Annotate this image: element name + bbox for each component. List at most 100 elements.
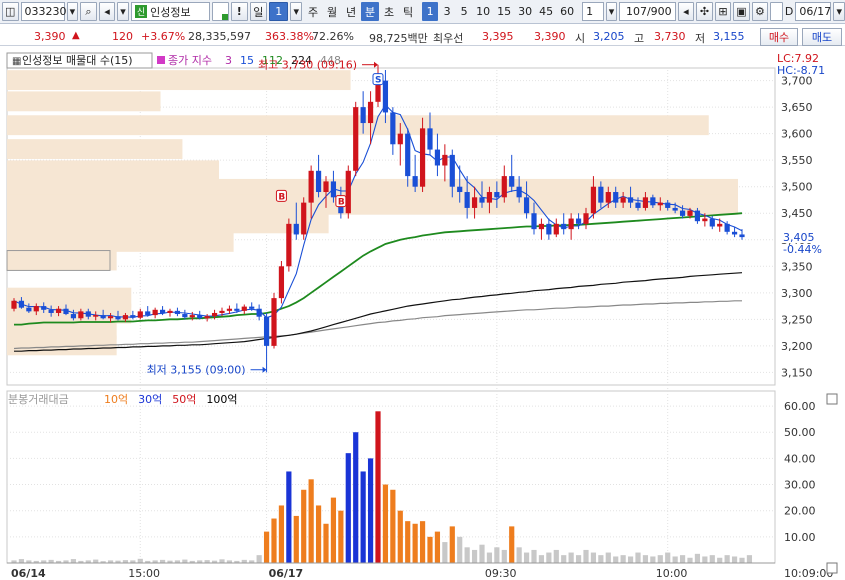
candle-up xyxy=(226,308,233,311)
x-tick-label: 06/17 xyxy=(269,567,304,580)
period-tab-5[interactable]: 틱 xyxy=(399,2,417,21)
save-icon[interactable]: ▣ xyxy=(733,2,750,21)
candle-down xyxy=(635,202,641,208)
ask-price: 3,395 xyxy=(482,30,514,43)
signal-marker: S xyxy=(372,73,384,86)
speaker-icon[interactable]: ◂ xyxy=(98,2,116,21)
buy-button[interactable]: 매수 xyxy=(760,28,798,46)
candle-down xyxy=(665,202,671,208)
candle-down xyxy=(263,316,270,346)
volume-level-2: 50억 xyxy=(172,393,196,406)
candle-up xyxy=(93,315,99,317)
interval-tab-5[interactable]: 5 xyxy=(456,2,472,21)
interval-tab-3[interactable]: 3 xyxy=(439,2,455,21)
sell-button[interactable]: 매도 xyxy=(802,28,842,46)
chevron-down-icon[interactable]: ▾ xyxy=(66,2,79,21)
volume-tick-label: 10.00 xyxy=(784,531,816,544)
search-icon[interactable]: ⌕ xyxy=(80,2,97,21)
turnover: 72.26% xyxy=(312,30,354,43)
volume-bar xyxy=(315,505,322,563)
volume-bar xyxy=(278,505,285,563)
volume-bar xyxy=(642,555,649,563)
candle-down xyxy=(85,311,91,317)
crosshair-icon[interactable]: ✣ xyxy=(696,2,713,21)
volume-bar xyxy=(494,547,500,563)
chevron-down-icon[interactable]: ▾ xyxy=(290,2,303,21)
count-field[interactable]: 107/900 xyxy=(619,2,676,21)
low-annotation: 최저 3,155 (09:00) xyxy=(147,364,246,377)
interval-tab-10[interactable]: 10 xyxy=(473,2,493,21)
toggle-marker-icon[interactable] xyxy=(212,2,229,21)
volume-bar xyxy=(516,547,522,563)
volume-bar xyxy=(93,559,99,563)
period-main-num[interactable]: 1 xyxy=(269,2,289,21)
stock-code-input[interactable]: 033230 xyxy=(20,2,67,21)
date-picker-icon[interactable]: ▾ xyxy=(833,2,845,21)
candle-up xyxy=(717,223,723,227)
candle-up xyxy=(219,310,225,313)
period-tab-3[interactable]: 분 xyxy=(361,2,380,21)
candle-up xyxy=(308,170,314,203)
chart-toolbar: ◫ 033230 ▾ ⌕ ◂ ▾ 신 인성정보 ! 일 1 ▾ 주월년분초틱 1… xyxy=(0,0,845,24)
scroll-left-icon[interactable]: ◂ xyxy=(677,2,695,21)
scroll-right-icon[interactable] xyxy=(826,562,838,574)
volume-bar xyxy=(308,479,314,563)
candle-down xyxy=(516,186,522,198)
profile-bar xyxy=(7,139,183,160)
period-tab-1[interactable]: 월 xyxy=(323,2,341,21)
custom-interval-input[interactable]: 1 xyxy=(582,2,604,21)
candle-down xyxy=(449,154,455,187)
period-tabs: 주월년분초틱 xyxy=(304,2,417,21)
signal-label: B xyxy=(338,198,345,208)
volume-bar xyxy=(687,557,693,563)
profile-bar xyxy=(7,160,219,181)
low-price: 3,155 xyxy=(713,30,745,43)
candle-up xyxy=(687,210,693,216)
period-main-button[interactable]: 일 xyxy=(249,2,267,21)
candle-down xyxy=(174,310,181,315)
interval-tabs: 1 3 5 10 15 30 45 60 xyxy=(422,2,577,21)
period-tab-0[interactable]: 주 xyxy=(304,2,322,21)
date-checkbox[interactable] xyxy=(770,2,783,21)
candle-up xyxy=(367,101,374,124)
stock-name-field[interactable]: 신 인성정보 xyxy=(130,2,211,21)
chevron-down-icon[interactable]: ▾ xyxy=(605,2,618,21)
stock-chart[interactable]: BBS 3,1503,2003,2503,3003,3503,4003,4503… xyxy=(0,48,845,580)
layout-icon[interactable]: ◫ xyxy=(2,2,19,21)
period-tab-2[interactable]: 년 xyxy=(342,2,360,21)
candle-down xyxy=(182,314,188,318)
volume-tick-label: 50.00 xyxy=(784,426,816,439)
candle-down xyxy=(63,308,69,315)
candle-up xyxy=(204,316,210,319)
profile-bar xyxy=(7,250,117,271)
candle-up xyxy=(620,197,626,203)
indicator-icon[interactable]: ⊞ xyxy=(714,2,732,21)
gear-icon[interactable]: ⚙ xyxy=(751,2,769,21)
candle-down xyxy=(412,176,418,187)
interval-tab-1[interactable]: 1 xyxy=(422,2,439,21)
period-tab-4[interactable]: 초 xyxy=(380,2,398,21)
x-tick-label: 09:30 xyxy=(485,567,517,580)
volume-bar xyxy=(583,549,589,563)
interval-tab-15[interactable]: 15 xyxy=(494,2,514,21)
candle-up xyxy=(189,315,195,318)
date-input[interactable]: 06/17 xyxy=(795,2,832,21)
interval-tab-30[interactable]: 30 xyxy=(515,2,535,21)
best-quote-label: 최우선 xyxy=(433,32,464,45)
volume-bar xyxy=(382,484,389,563)
x-tick-label: 15:00 xyxy=(128,567,160,580)
volume-bar xyxy=(523,552,530,563)
alert-button[interactable]: ! xyxy=(231,2,248,21)
candle-up xyxy=(553,223,559,235)
interval-tab-60[interactable]: 60 xyxy=(557,2,577,21)
candle-down xyxy=(598,186,604,203)
volume-bar xyxy=(442,542,448,563)
price-tick-label: 3,200 xyxy=(781,340,813,353)
chevron-down-icon[interactable]: ▾ xyxy=(117,2,129,21)
volume-bar xyxy=(256,555,262,563)
volume-bar xyxy=(509,526,515,563)
panel-collapse-icon[interactable] xyxy=(826,393,838,405)
interval-tab-45[interactable]: 45 xyxy=(536,2,556,21)
volume-level-1: 30억 xyxy=(138,393,162,406)
legend-title: 인성정보 매물대 수(15) xyxy=(22,54,133,67)
